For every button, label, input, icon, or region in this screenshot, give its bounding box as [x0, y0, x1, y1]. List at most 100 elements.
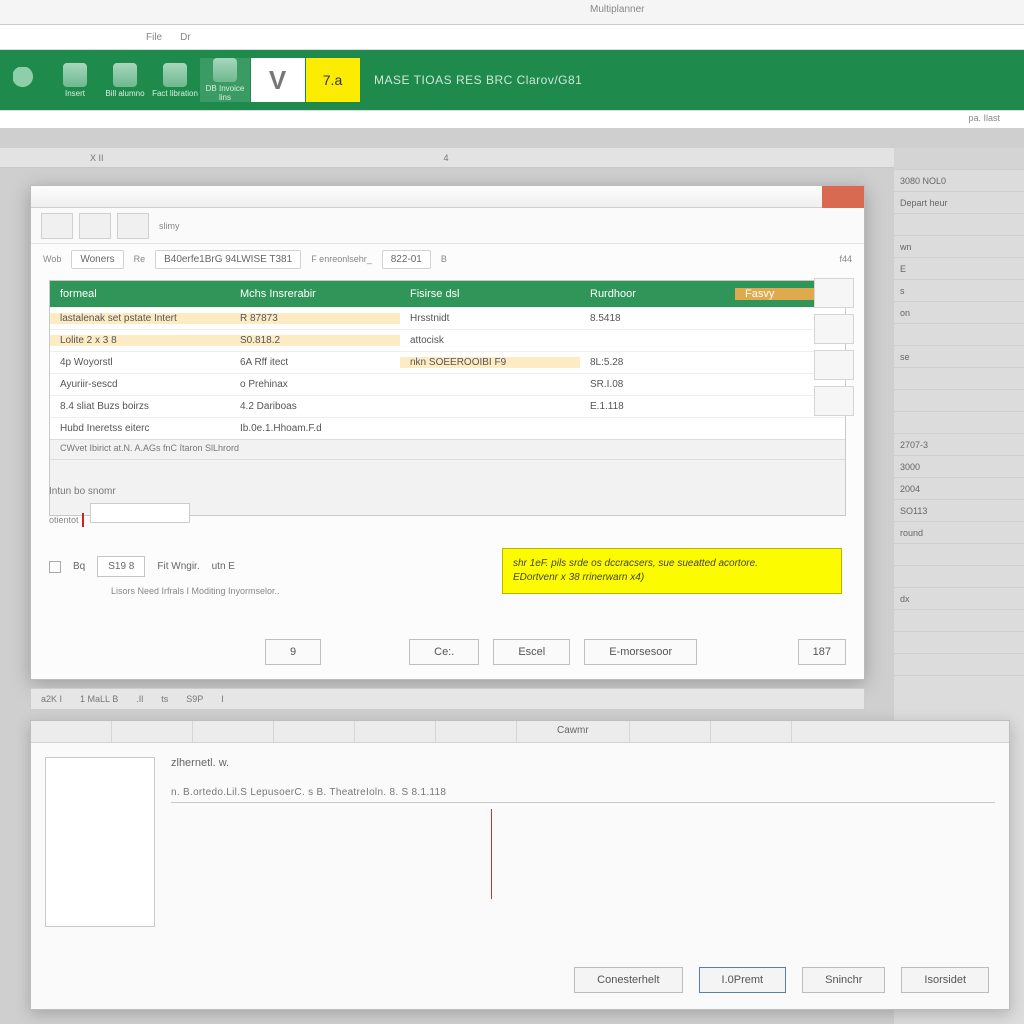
rc-row[interactable]	[894, 544, 1024, 566]
side-button[interactable]	[814, 314, 854, 344]
side-button[interactable]	[814, 278, 854, 308]
rc-row[interactable]: E	[894, 258, 1024, 280]
invoice-grid: formeal Mchs Insrerabir Fisirse dsl Rurd…	[49, 280, 846, 516]
rc-row[interactable]	[894, 566, 1024, 588]
thumb-icon[interactable]	[41, 213, 73, 239]
rc-row[interactable]: 3000	[894, 456, 1024, 478]
rc-row[interactable]: 2004	[894, 478, 1024, 500]
pv-tab[interactable]	[711, 721, 792, 742]
rc-row[interactable]	[894, 610, 1024, 632]
rc-row[interactable]	[894, 324, 1024, 346]
opt-label-c: utn E	[212, 561, 235, 572]
grid-row[interactable]: Lolite 2 x 3 8 S0.818.2 attocisk	[50, 329, 845, 351]
pv-button-c[interactable]: Sninchr	[802, 967, 885, 993]
rc-row[interactable]	[894, 412, 1024, 434]
ribbon-tool-1[interactable]	[0, 67, 50, 93]
tb-button-1[interactable]: Woners	[71, 250, 123, 269]
ribbon-tool-3[interactable]: Bill alumno	[100, 63, 150, 98]
thumb-icon[interactable]	[117, 213, 149, 239]
status-bar: a2K I 1 MaLL B .Il ts S9P I	[30, 688, 865, 710]
grid-header: formeal Mchs Insrerabir Fisirse dsl Rurd…	[50, 281, 845, 307]
rc-row[interactable]: dx	[894, 588, 1024, 610]
pv-tab[interactable]	[112, 721, 193, 742]
pv-tab[interactable]	[630, 721, 711, 742]
ribbon-tab-file[interactable]: File	[140, 30, 168, 45]
lower-input-2[interactable]	[90, 503, 190, 523]
pv-button-d[interactable]: Isorsidet	[901, 967, 989, 993]
button-help[interactable]: Escel	[493, 639, 570, 665]
step-button[interactable]: S19 8	[97, 556, 145, 577]
preview-thumbnail[interactable]	[45, 757, 155, 927]
col-4[interactable]: Rurdhoor	[580, 288, 735, 300]
tb-button-3[interactable]: 822-01	[382, 250, 431, 269]
grid-row[interactable]: lastalenak set pstate Intert R 87873 Hrs…	[50, 307, 845, 329]
ribbon-bigy[interactable]: 7.a	[305, 58, 360, 102]
cursor-marker-icon	[491, 809, 492, 899]
pv-tab[interactable]	[436, 721, 517, 742]
ribbon-bigv[interactable]: V	[250, 58, 305, 102]
checkbox[interactable]	[49, 561, 61, 573]
rc-row[interactable]	[894, 368, 1024, 390]
pv-button-a[interactable]: Conesterhelt	[574, 967, 682, 993]
sb-a: a2K I	[41, 694, 62, 704]
dialog-titlebar[interactable]	[31, 186, 864, 208]
yellow-note: shr 1eF. pils srde os dccracsers, sue su…	[502, 548, 842, 594]
sb-e: S9P	[186, 694, 203, 704]
col-3[interactable]: Fisirse dsl	[400, 288, 580, 300]
ruler-mark-a: X II	[90, 153, 104, 163]
thumb-icon[interactable]	[79, 213, 111, 239]
pv-tab[interactable]	[355, 721, 436, 742]
rc-row[interactable]	[894, 654, 1024, 676]
tb-label-b: Re	[134, 254, 146, 264]
grid-row[interactable]: Ayuriir-sescd o Prehinax SR.I.08	[50, 373, 845, 395]
grid-row[interactable]: Hubd Ineretss eiterc Ib.0e.1.Hhoam.F.d	[50, 417, 845, 439]
tb-label-a: Wob	[43, 254, 61, 264]
ribbon-tab-2[interactable]: Dr	[174, 30, 197, 45]
col-2[interactable]: Mchs Insrerabir	[230, 288, 400, 300]
tb-button-2[interactable]: B40erfe1BrG 94LWISE T381	[155, 250, 301, 269]
rc-row[interactable]: se	[894, 346, 1024, 368]
rc-row[interactable]: Depart heur	[894, 192, 1024, 214]
dialog-lower-section: Intun bo snomr otientot	[49, 486, 846, 526]
ribbon-tool-5[interactable]: DB Invoice lins	[200, 58, 250, 102]
side-button[interactable]	[814, 350, 854, 380]
lower-input[interactable]	[82, 513, 84, 527]
pv-tab[interactable]	[274, 721, 355, 742]
sb-f: I	[221, 694, 224, 704]
rc-row[interactable]	[894, 214, 1024, 236]
col-1[interactable]: formeal	[50, 288, 230, 300]
pv-tab[interactable]	[193, 721, 274, 742]
ribbon-title: MASE TIOAS RES BRC Clarov/G81	[374, 73, 582, 87]
grid-row[interactable]: 8.4 sliat Buzs boirzs 4.2 Dariboas E.1.1…	[50, 395, 845, 417]
ribbon: File Dr Insert Bill alumno Fact libratio…	[0, 25, 1024, 145]
rc-row[interactable]	[894, 390, 1024, 412]
grid-row[interactable]: 4p Woyorstl 6A Rff itect nkn SOEEROOIBI …	[50, 351, 845, 373]
button-cancel[interactable]: E-morsesoor	[584, 639, 697, 665]
ribbon-tool-4[interactable]: Fact libration	[150, 63, 200, 98]
button-apply[interactable]: 187	[798, 639, 846, 665]
rc-row[interactable]: 3080 NOL0	[894, 170, 1024, 192]
rc-row[interactable]: s	[894, 280, 1024, 302]
ribbon-tool-2[interactable]: Insert	[50, 63, 100, 98]
rc-row[interactable]: round	[894, 522, 1024, 544]
rc-row[interactable]: SO113	[894, 500, 1024, 522]
pv-button-b[interactable]: I.0Premt	[699, 967, 787, 993]
printer-icon	[63, 63, 87, 87]
rc-row[interactable]: on	[894, 302, 1024, 324]
input-label: otientot	[49, 515, 79, 525]
rc-row[interactable]: wn	[894, 236, 1024, 258]
pv-tab[interactable]: Cawmr	[517, 721, 630, 742]
pv-tab[interactable]	[31, 721, 112, 742]
preview-content: zlhernetl. w. n. B.ortedo.Lil.S Lepusoer…	[171, 757, 995, 929]
rc-row[interactable]: 2707-3	[894, 434, 1024, 456]
opt-label-b: Fit Wngir.	[157, 561, 199, 572]
side-button[interactable]	[814, 386, 854, 416]
button-ok[interactable]: Ce:.	[409, 639, 479, 665]
ring-icon	[113, 63, 137, 87]
dialog-options: Bq S19 8 Fit Wngir. utn E	[49, 556, 484, 577]
close-icon[interactable]	[822, 186, 864, 208]
ribbon-bottom: pa. Ilast	[0, 110, 1024, 128]
button-center[interactable]: 9	[265, 639, 321, 665]
highlight-icon: 7.a	[306, 58, 360, 102]
rc-row[interactable]	[894, 632, 1024, 654]
